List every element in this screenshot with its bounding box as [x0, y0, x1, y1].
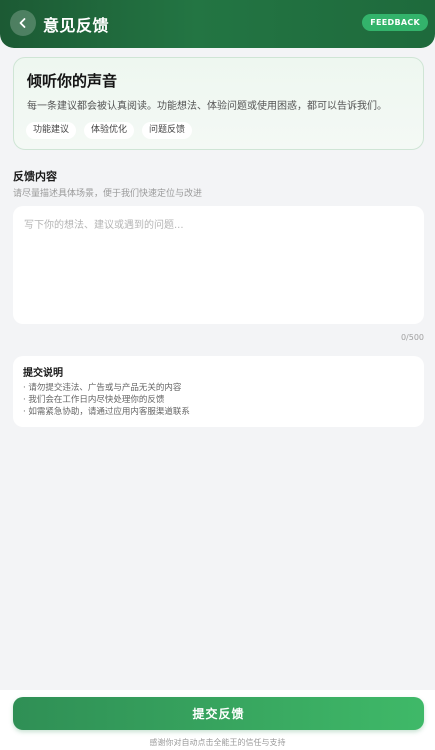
tag-feature-suggestion[interactable]: 功能建议 [26, 122, 77, 139]
tag-list: 功能建议 体验优化 问题反馈 [26, 122, 193, 139]
notes-item: · 我们会在工作日内尽快处理你的反馈 [23, 395, 165, 405]
notes-item: · 请勿提交违法、广告或与产品无关的内容 [23, 383, 182, 393]
feedback-textarea[interactable] [13, 206, 424, 324]
thanks-text: 感谢你对自动点击全能王的信任与支持 [149, 738, 286, 747]
feedback-page: 意见反馈 FEEDBACK 倾听你的声音 每一条建议都会被认真阅读。功能想法、体… [0, 0, 435, 750]
feedback-section-subtitle: 请尽量描述具体场景，便于我们快速定位与改进 [13, 189, 203, 199]
tag-experience-optimization[interactable]: 体验优化 [84, 122, 135, 139]
intro-title: 倾听你的声音 [27, 72, 118, 90]
page-title: 意见反馈 [43, 16, 110, 35]
intro-description: 每一条建议都会被认真阅读。功能想法、体验问题或使用困惑，都可以告诉我们。 [27, 101, 387, 112]
tag-issue-report[interactable]: 问题反馈 [142, 122, 193, 139]
feedback-section-title: 反馈内容 [13, 170, 57, 183]
submit-feedback-button[interactable]: 提交反馈 [13, 697, 424, 730]
notes-item: · 如需紧急协助，请通过应用内客服渠道联系 [23, 407, 190, 417]
chevron-left-icon [19, 18, 26, 28]
back-button[interactable] [10, 10, 36, 36]
feedback-badge: FEEDBACK [362, 14, 428, 31]
notes-title: 提交说明 [23, 368, 63, 379]
notes-list: · 请勿提交违法、广告或与产品无关的内容 · 我们会在工作日内尽快处理你的反馈 … [23, 382, 190, 418]
submission-notes-card: 提交说明 · 请勿提交违法、广告或与产品无关的内容 · 我们会在工作日内尽快处理… [13, 356, 424, 427]
feedback-textarea-wrapper [13, 206, 424, 324]
character-counter: 0/500 [400, 333, 424, 342]
intro-card: 倾听你的声音 每一条建议都会被认真阅读。功能想法、体验问题或使用困惑，都可以告诉… [13, 57, 424, 150]
header-bar: 意见反馈 FEEDBACK [0, 0, 435, 48]
